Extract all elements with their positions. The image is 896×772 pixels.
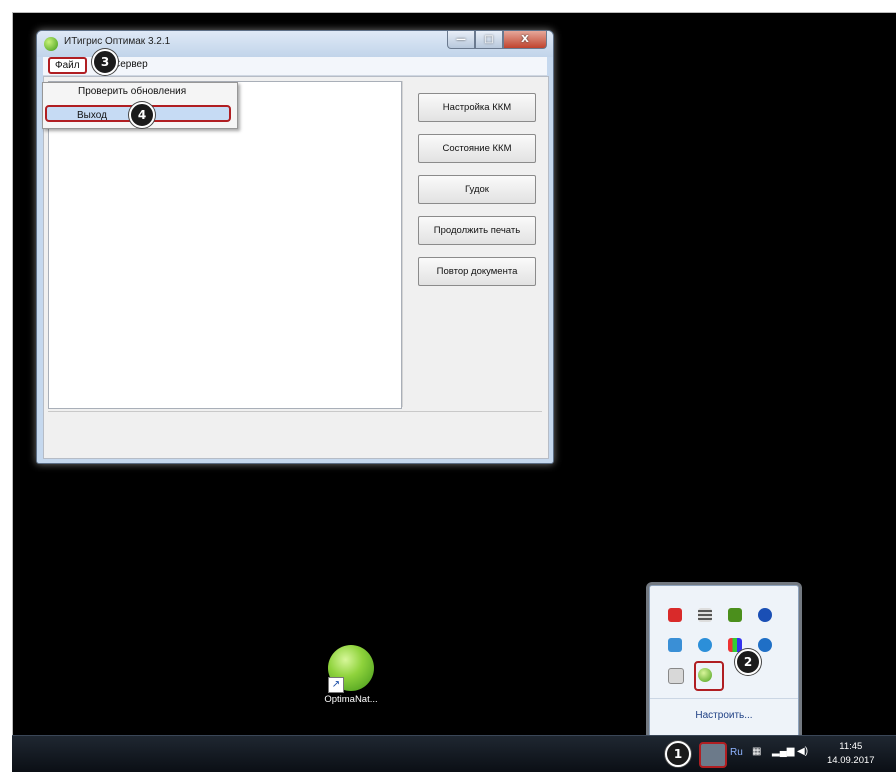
- clock-time: 11:45: [839, 741, 863, 752]
- menu-server[interactable]: Сервер: [113, 59, 148, 70]
- menu-bar: Файл Сервер: [43, 57, 547, 76]
- repeat-document-button[interactable]: Повтор документа: [418, 257, 536, 286]
- desktop-shortcut[interactable]: ↗ OptimaNat...: [313, 645, 389, 705]
- customize-link[interactable]: Настроить...: [650, 710, 798, 721]
- maximize-icon: □: [484, 34, 494, 45]
- desktop-frame: ИТигрис Оптимак 3.2.1 — □ X Файл Сервер …: [12, 12, 896, 768]
- maximize-button[interactable]: □: [475, 31, 503, 49]
- flag-icon[interactable]: [668, 638, 682, 652]
- callout-badge-1: 1: [665, 741, 691, 767]
- volume-icon[interactable]: ◀): [797, 746, 808, 757]
- status-bar: [48, 411, 542, 432]
- close-button[interactable]: X: [503, 31, 547, 49]
- nvidia-icon[interactable]: [728, 608, 742, 622]
- optima-app-icon: ↗: [328, 645, 374, 693]
- list-icon[interactable]: [698, 608, 712, 622]
- log-output-area[interactable]: [48, 81, 402, 409]
- close-icon: X: [521, 34, 529, 45]
- callout-badge-2: 2: [735, 649, 761, 675]
- taskbar-clock[interactable]: 11:45 14.09.2017: [827, 740, 875, 768]
- callout-badge-3: 3: [92, 49, 118, 75]
- colors-icon[interactable]: [728, 638, 742, 652]
- shortcut-arrow-icon: ↗: [328, 677, 344, 693]
- beep-button[interactable]: Гудок: [418, 175, 536, 204]
- window-controls: — □ X: [447, 31, 547, 49]
- window-title: ИТигрис Оптимак 3.2.1: [64, 36, 171, 47]
- button-panel: Настройка ККМ Состояние ККМ Гудок Продол…: [402, 81, 545, 407]
- red-app-icon[interactable]: [668, 608, 682, 622]
- bluetooth-icon[interactable]: [758, 608, 772, 622]
- kkm-status-button[interactable]: Состояние ККМ: [418, 134, 536, 163]
- taskbar: 1 Ru ▦ ▂▄▆ ◀) 11:45 14.09.2017: [12, 735, 896, 772]
- optima-tray-highlight: [694, 661, 724, 691]
- continue-printing-button[interactable]: Продолжить печать: [418, 216, 536, 245]
- language-indicator[interactable]: Ru: [730, 747, 743, 758]
- signal-icon[interactable]: ▂▄▆: [772, 746, 794, 757]
- window-client-area: Настройка ККМ Состояние ККМ Гудок Продол…: [43, 76, 549, 459]
- minimize-button[interactable]: —: [447, 31, 475, 49]
- tray-overflow-popup: Настроить...: [649, 585, 799, 739]
- minimize-icon: —: [456, 34, 466, 45]
- edge-icon[interactable]: [698, 638, 712, 652]
- network-icon[interactable]: ▦: [752, 746, 761, 757]
- clock-date: 14.09.2017: [827, 755, 875, 766]
- kkm-settings-button[interactable]: Настройка ККМ: [418, 93, 536, 122]
- disk-icon[interactable]: [758, 638, 772, 652]
- app-logo-icon: [44, 37, 58, 51]
- desktop-shortcut-label: OptimaNat...: [324, 694, 378, 705]
- show-hidden-icons-button[interactable]: [699, 742, 727, 768]
- menu-file[interactable]: Файл: [48, 57, 87, 74]
- menu-item-check-updates[interactable]: Проверить обновления: [78, 86, 268, 97]
- usb-icon[interactable]: [668, 668, 684, 684]
- tray-divider: [650, 698, 798, 699]
- callout-badge-4: 4: [129, 102, 155, 128]
